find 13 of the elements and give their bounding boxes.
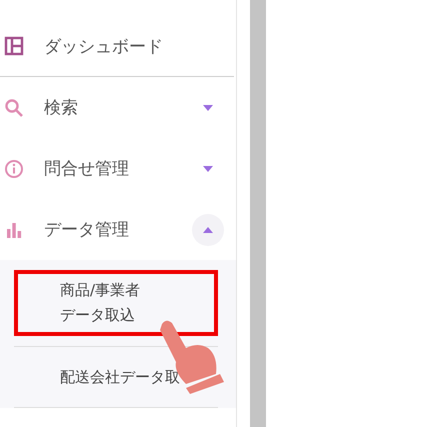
search-icon [4,98,24,118]
dashboard-icon [4,36,24,56]
sidebar-item[interactable]: ダッシュボード [0,16,234,77]
sidebar-item[interactable]: 問合せ管理 [0,138,236,199]
caret-icon [203,104,213,110]
caret-icon [203,226,213,232]
info-icon [4,158,24,178]
submenu-item[interactable]: 配送会社データ取 [14,356,218,398]
scrollbar[interactable] [250,0,266,427]
sidebar-item[interactable]: データ管理 [0,199,236,260]
caret-icon [203,166,213,172]
submenu-item[interactable]: 商品/事業者データ取込 [14,270,218,336]
sidebar-item[interactable]: 検索 [0,77,236,138]
